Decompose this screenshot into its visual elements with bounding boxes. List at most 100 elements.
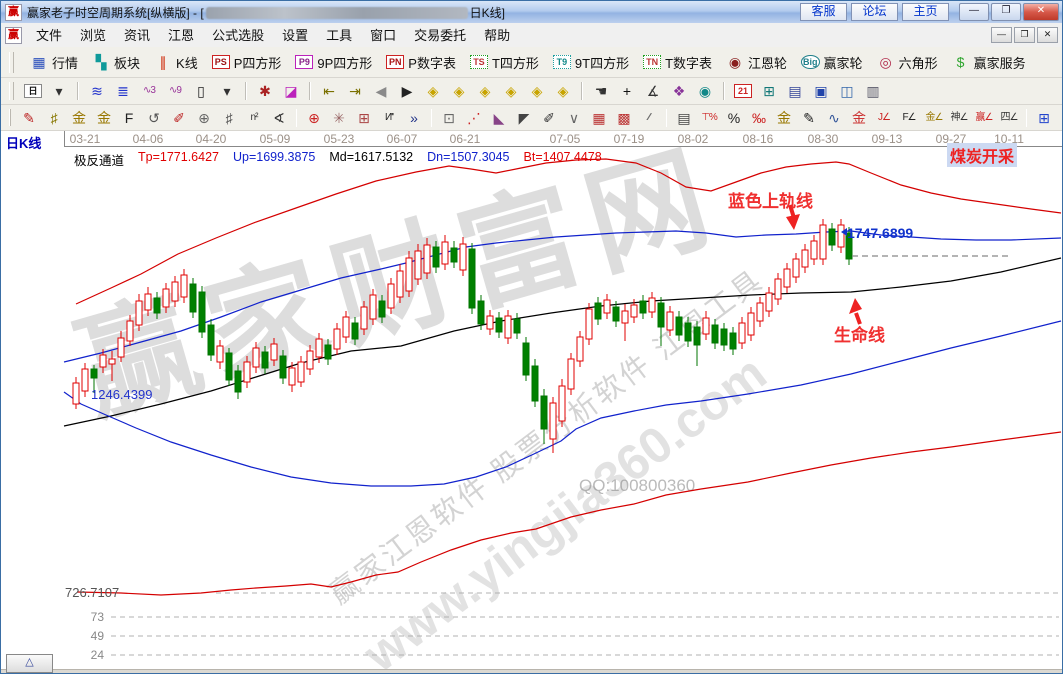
ying-angle-button[interactable]: 赢∠ <box>972 107 996 129</box>
candle-style-dropdown-button[interactable]: ▾ <box>215 80 239 102</box>
percent-button[interactable]: % <box>722 107 746 129</box>
menu-交易委托[interactable]: 交易委托 <box>405 28 475 43</box>
f-angle-button[interactable]: F∠ <box>897 107 921 129</box>
period-dropdown-button[interactable]: ▾ <box>47 80 71 102</box>
diamond-expand-button[interactable]: ◈ <box>525 80 549 102</box>
purple-tool-button[interactable]: ❖ <box>667 80 691 102</box>
grid-red-2-button[interactable]: ▩ <box>612 107 636 129</box>
gold-angle-button[interactable]: 金∠ <box>922 107 946 129</box>
sector-label[interactable]: 煤炭开采 <box>947 143 1017 167</box>
minimize-button[interactable]: — <box>959 3 989 21</box>
go-last-button[interactable]: ⇥ <box>343 80 367 102</box>
home-button[interactable]: 主页 <box>902 3 949 21</box>
close-button[interactable]: ✕ <box>1023 3 1059 21</box>
menu-文件[interactable]: 文件 <box>27 28 71 43</box>
menu-窗口[interactable]: 窗口 <box>361 28 405 43</box>
shen-angle-button[interactable]: 神∠ <box>947 107 971 129</box>
pattern-blue-button[interactable]: ≋ <box>85 80 109 102</box>
mdi-restore-button[interactable]: ❐ <box>1014 27 1035 43</box>
period-daily-button[interactable]: 日 <box>21 82 45 100</box>
angle-measure-button[interactable]: ∡ <box>641 80 665 102</box>
ink-brush-button[interactable]: ✎ <box>797 107 821 129</box>
notepad-button[interactable]: ▤ <box>783 80 807 102</box>
calculator-button[interactable]: ⊞ <box>757 80 781 102</box>
box-ruler-button[interactable]: ⊡ <box>437 107 461 129</box>
level-list-button[interactable]: ▤ <box>672 107 696 129</box>
pan-hand-button[interactable]: ☚ <box>589 80 613 102</box>
hash-grid-button[interactable]: ♯ <box>217 107 241 129</box>
crosshair-button[interactable]: + <box>615 80 639 102</box>
doc-blue-button[interactable]: ≣ <box>111 80 135 102</box>
web-doc-button[interactable]: ◫ <box>835 80 859 102</box>
candle-style-button[interactable]: ▯ <box>189 80 213 102</box>
gold-grid-large-button[interactable]: 金 <box>92 107 116 129</box>
9p-square-button[interactable]: P99P四方形 <box>292 51 375 74</box>
spiral-button[interactable]: ↺ <box>142 107 166 129</box>
gann-grid-button[interactable]: ♯ <box>42 107 66 129</box>
draw-brush-button[interactable]: ✎ <box>17 107 41 129</box>
gann-wheel-button[interactable]: ◉江恩轮 <box>723 51 790 74</box>
winner-wheel-button[interactable]: Big赢家轮 <box>798 51 866 74</box>
t-percent-button[interactable]: ⊤% <box>697 107 721 129</box>
winner-service-button[interactable]: $赢家服务 <box>949 51 1029 74</box>
save-button[interactable]: ▣ <box>809 80 833 102</box>
menu-设置[interactable]: 设置 <box>273 28 317 43</box>
teal-tool-button[interactable]: ◉ <box>693 80 717 102</box>
mdi-minimize-button[interactable]: — <box>991 27 1012 43</box>
menu-帮助[interactable]: 帮助 <box>475 28 519 43</box>
web-square-button[interactable]: ⊞ <box>352 107 376 129</box>
n-squared-button[interactable]: n² <box>242 107 266 129</box>
i-mark-button[interactable]: И'' <box>377 107 401 129</box>
menu-公式选股[interactable]: 公式选股 <box>203 28 273 43</box>
k9-cycle-button[interactable]: ∿9 <box>163 80 187 102</box>
red-pen-button[interactable]: ✐ <box>167 107 191 129</box>
slant-lines-button[interactable]: ∕∕ <box>637 107 661 129</box>
grid-red-button[interactable]: ▦ <box>587 107 611 129</box>
f-grid-button[interactable]: F <box>117 107 141 129</box>
trend-chart-button[interactable]: ∡ <box>1057 107 1063 129</box>
gold-levels-button[interactable]: 金 <box>772 107 796 129</box>
color-histogram-button[interactable]: ◪ <box>279 80 303 102</box>
printer-button[interactable]: ▥ <box>861 80 885 102</box>
kline-button[interactable]: ∥K线 <box>151 51 201 74</box>
diamond-all-button[interactable]: ◈ <box>551 80 575 102</box>
go-next-button[interactable]: ▶ <box>395 80 419 102</box>
pencil-line-button[interactable]: ✐ <box>537 107 561 129</box>
si-angle-button[interactable]: 四∠ <box>997 107 1021 129</box>
go-first-button[interactable]: ⇤ <box>317 80 341 102</box>
gold-grid-small-button[interactable]: 金 <box>67 107 91 129</box>
k3-cycle-button[interactable]: ∿3 <box>137 80 161 102</box>
p-table-button[interactable]: PNP数字表 <box>383 51 459 74</box>
fan-lines-button[interactable]: ⋰ <box>462 107 486 129</box>
sectors-button[interactable]: ▚板块 <box>89 51 143 74</box>
t-table-button[interactable]: TNT数字表 <box>640 51 715 74</box>
angle-mirror-button[interactable]: ∢ <box>267 107 291 129</box>
fan-box-dark-button[interactable]: ◤ <box>512 107 536 129</box>
web-star-button[interactable]: ✳ <box>327 107 351 129</box>
fan-box-button[interactable]: ◣ <box>487 107 511 129</box>
quotes-button[interactable]: ▦行情 <box>27 51 81 74</box>
diamond-up-button[interactable]: ◈ <box>473 80 497 102</box>
diamond-left-button[interactable]: ◈ <box>421 80 445 102</box>
maximize-button[interactable]: ❐ <box>991 3 1021 21</box>
go-prev-button[interactable]: ◀ <box>369 80 393 102</box>
calendar-button[interactable]: 21 <box>731 82 755 100</box>
gold-top-button[interactable]: 金 <box>847 107 871 129</box>
diamond-right-button[interactable]: ◈ <box>447 80 471 102</box>
menu-浏览[interactable]: 浏览 <box>71 28 115 43</box>
wave-tool-button[interactable]: ∿ <box>822 107 846 129</box>
horizontal-scrollbar[interactable] <box>1 669 1063 674</box>
service-button[interactable]: 客服 <box>800 3 847 21</box>
j-angle-button[interactable]: J∠ <box>872 107 896 129</box>
hexagon-button[interactable]: ◎六角形 <box>874 51 941 74</box>
more-tools-button[interactable]: » <box>402 107 426 129</box>
diamond-down-button[interactable]: ◈ <box>499 80 523 102</box>
p-square-button[interactable]: PSP四方形 <box>209 51 285 74</box>
panel-toggle-button[interactable]: △ <box>6 654 53 673</box>
t-square-button[interactable]: TST四方形 <box>467 51 542 74</box>
mdi-close-button[interactable]: ✕ <box>1037 27 1058 43</box>
chart-canvas[interactable] <box>1 131 1063 674</box>
permille-button[interactable]: ‰ <box>747 107 771 129</box>
menu-工具[interactable]: 工具 <box>317 28 361 43</box>
menu-江恩[interactable]: 江恩 <box>159 28 203 43</box>
